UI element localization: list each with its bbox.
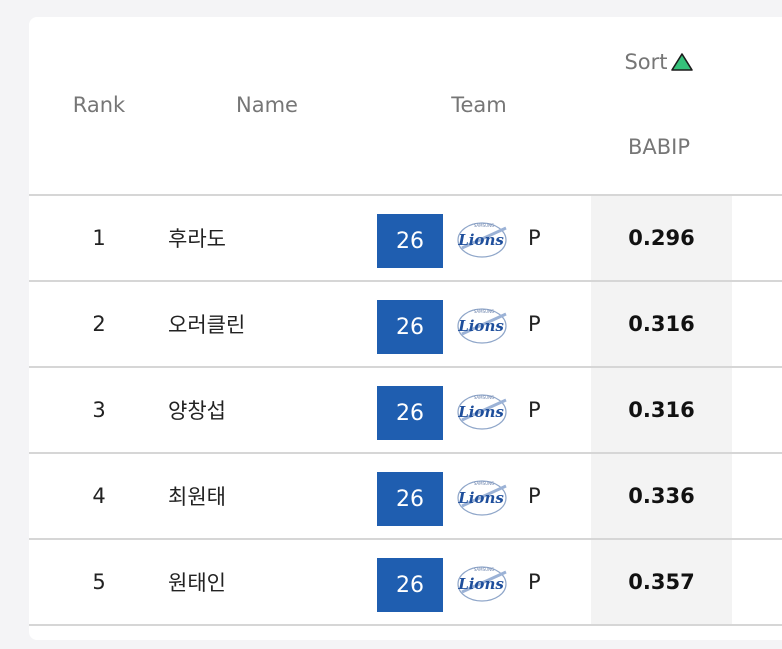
position-label: P — [528, 226, 541, 250]
svg-text:Lions: Lions — [457, 231, 504, 249]
rank-cell: 5 — [92, 570, 106, 594]
column-header-team: Team — [451, 93, 507, 117]
babip-value: 0.316 — [591, 282, 732, 366]
table-header: Rank Name Team Sort BABIP — [29, 17, 782, 194]
lions-logo-icon: Lions SAMSUNG — [457, 480, 507, 516]
player-name[interactable]: 원태인 — [168, 540, 368, 624]
team-cell: 26 Lions SAMSUNG P — [366, 540, 591, 624]
team-number-badge: 26 — [377, 472, 443, 526]
position-label: P — [528, 484, 541, 508]
sort-label: Sort — [624, 50, 668, 74]
column-header-rank: Rank — [72, 93, 126, 117]
position-label: P — [528, 312, 541, 336]
team-number-badge: 26 — [377, 214, 443, 268]
column-header-babip[interactable]: BABIP — [619, 135, 699, 159]
rank-cell: 1 — [92, 226, 106, 250]
lions-logo-icon: Lions SAMSUNG — [457, 566, 507, 602]
babip-value: 0.296 — [591, 196, 732, 280]
table-row[interactable]: 2 오러클린 26 Lions SAMSUNG P 0.316 — [29, 280, 782, 366]
table-row[interactable]: 3 양창섭 26 Lions SAMSUNG P 0.316 — [29, 366, 782, 452]
babip-value: 0.357 — [591, 540, 732, 624]
rank-cell: 3 — [92, 398, 106, 422]
team-cell: 26 Lions SAMSUNG P — [366, 196, 591, 280]
svg-text:Lions: Lions — [457, 403, 504, 421]
babip-value: 0.316 — [591, 368, 732, 452]
team-cell: 26 Lions SAMSUNG P — [366, 454, 591, 538]
player-name[interactable]: 양창섭 — [168, 368, 368, 452]
player-name[interactable]: 후라도 — [168, 196, 368, 280]
team-cell: 26 Lions SAMSUNG P — [366, 282, 591, 366]
player-name[interactable]: 최원태 — [168, 454, 368, 538]
team-number-badge: 26 — [377, 558, 443, 612]
player-name[interactable]: 오러클린 — [168, 282, 368, 366]
column-header-name: Name — [236, 93, 298, 117]
table-row[interactable]: 5 원태인 26 Lions SAMSUNG P 0.357 — [29, 538, 782, 626]
babip-value: 0.336 — [591, 454, 732, 538]
position-label: P — [528, 398, 541, 422]
svg-text:SAMSUNG: SAMSUNG — [474, 309, 494, 314]
table-row[interactable]: 1 후라도 26 Lions SAMSUNG P 0.296 — [29, 194, 782, 280]
lions-logo-icon: Lions SAMSUNG — [457, 394, 507, 430]
triangle-up-icon — [670, 53, 693, 71]
svg-text:SAMSUNG: SAMSUNG — [474, 395, 494, 400]
svg-text:Lions: Lions — [457, 317, 504, 335]
lions-logo-icon: Lions SAMSUNG — [457, 222, 507, 258]
table-body: 1 후라도 26 Lions SAMSUNG P 0.296 2 오러클린 26… — [29, 194, 782, 626]
lions-logo-icon: Lions SAMSUNG — [457, 308, 507, 344]
svg-text:SAMSUNG: SAMSUNG — [474, 481, 494, 486]
position-label: P — [528, 570, 541, 594]
ranking-table: Rank Name Team Sort BABIP 1 후라도 26 Lions… — [29, 17, 782, 640]
table-row[interactable]: 4 최원태 26 Lions SAMSUNG P 0.336 — [29, 452, 782, 538]
svg-text:SAMSUNG: SAMSUNG — [474, 567, 494, 572]
svg-text:SAMSUNG: SAMSUNG — [474, 223, 494, 228]
svg-text:Lions: Lions — [457, 489, 504, 507]
team-cell: 26 Lions SAMSUNG P — [366, 368, 591, 452]
svg-text:Lions: Lions — [457, 575, 504, 593]
team-number-badge: 26 — [377, 386, 443, 440]
rank-cell: 4 — [92, 484, 106, 508]
rank-cell: 2 — [92, 312, 106, 336]
team-number-badge: 26 — [377, 300, 443, 354]
sort-button[interactable]: Sort — [619, 45, 699, 79]
